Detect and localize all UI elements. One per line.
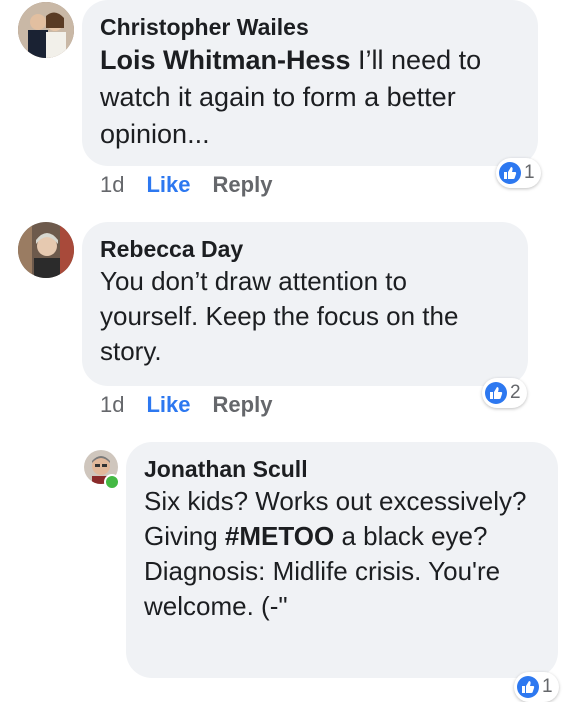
comment-text: Six kids? Works out excessively? Giving … <box>144 484 540 624</box>
mention-link[interactable]: Lois Whitman-Hess <box>100 45 351 75</box>
comment-body: You don’t draw attention to yourself. Ke… <box>100 266 459 366</box>
comment-actions: 1d Like Reply <box>100 391 272 419</box>
reply-button[interactable]: Reply <box>213 392 273 417</box>
avatar-rebecca-day[interactable] <box>18 222 74 278</box>
like-thumb-icon <box>485 382 507 404</box>
avatar-christopher-wailes[interactable] <box>18 2 74 58</box>
reaction-number: 1 <box>524 162 535 183</box>
reaction-number: 2 <box>510 382 521 403</box>
comment-time[interactable]: 1d <box>100 172 124 197</box>
reaction-count[interactable]: 1 <box>496 158 541 188</box>
online-status-icon <box>104 474 120 490</box>
comment-text: Lois Whitman-Hess I’ll need to watch it … <box>100 42 520 153</box>
hashtag-link[interactable]: #METOO <box>225 521 334 551</box>
like-thumb-icon <box>517 676 539 698</box>
comment-bubble: Christopher Wailes Lois Whitman-Hess I’l… <box>82 0 538 166</box>
reaction-count[interactable]: 2 <box>482 378 527 408</box>
reaction-number: 1 <box>542 676 553 697</box>
like-button[interactable]: Like <box>146 392 190 417</box>
comment-author[interactable]: Jonathan Scull <box>144 454 540 484</box>
comment-author[interactable]: Rebecca Day <box>100 234 510 264</box>
reaction-count[interactable]: 1 <box>514 672 559 702</box>
comment-bubble: Jonathan Scull Six kids? Works out exces… <box>126 442 558 678</box>
reply-button[interactable]: Reply <box>213 172 273 197</box>
comment-author[interactable]: Christopher Wailes <box>100 12 520 42</box>
comment-time[interactable]: 1d <box>100 392 124 417</box>
like-button[interactable]: Like <box>146 172 190 197</box>
comment-bubble: Rebecca Day You don’t draw attention to … <box>82 222 528 386</box>
like-thumb-icon <box>499 162 521 184</box>
comment-actions: 1d Like Reply <box>100 171 272 199</box>
